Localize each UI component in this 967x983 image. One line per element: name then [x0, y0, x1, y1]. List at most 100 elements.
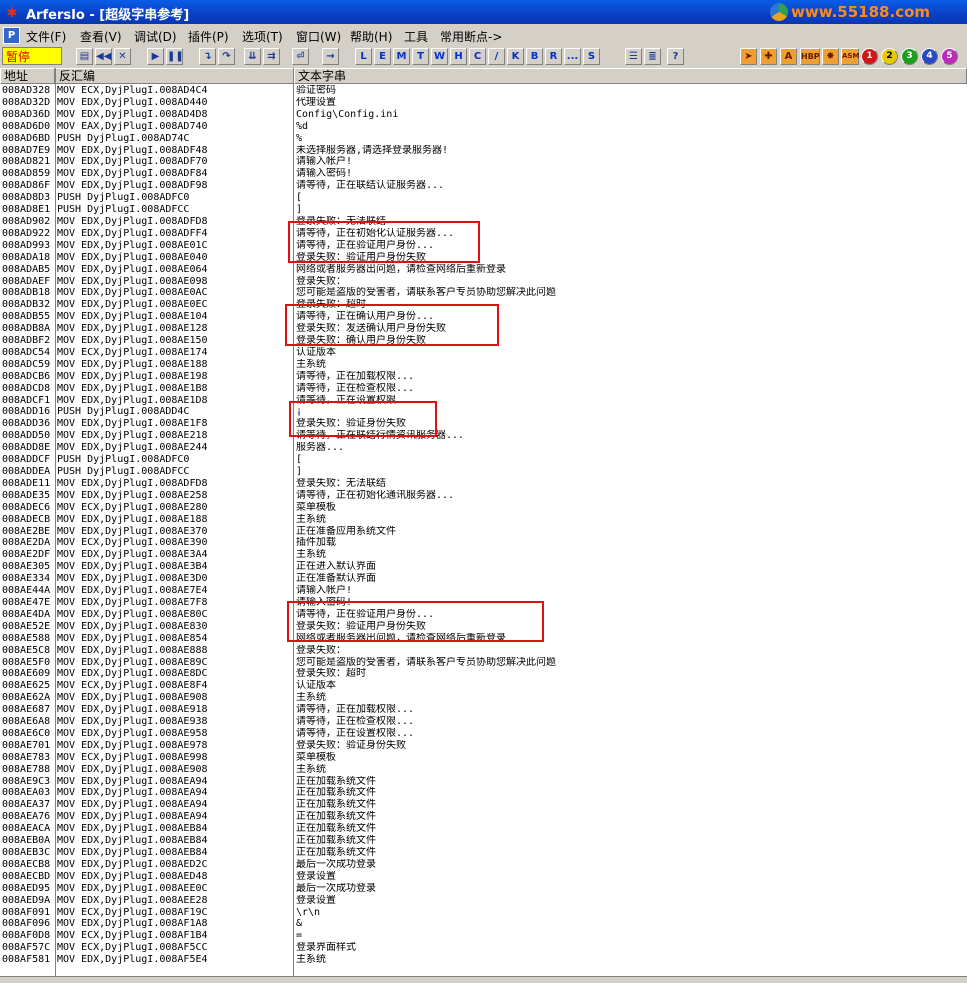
table-row[interactable]: 008ADAEF MOV EDX,DyjPlugI.008AE098 登录失败：: [0, 276, 967, 288]
table-row[interactable]: 008AD902 MOV EDX,DyjPlugI.008ADFD8 登录失败：无法…: [0, 216, 967, 228]
table-row[interactable]: 008ADEC6 MOV ECX,DyjPlugI.008AE280 菜单模板: [0, 502, 967, 514]
app-bug-icon[interactable]: ✱: [3, 3, 21, 21]
step-into-icon[interactable]: ↴: [199, 48, 216, 65]
table-row[interactable]: 008AECBD MOV EDX,DyjPlugI.008AED48 登录设置: [0, 871, 967, 883]
table-row[interactable]: 008AD86F MOV EDX,DyjPlugI.008ADF98 请等待，正在联…: [0, 180, 967, 192]
table-row[interactable]: 008AF091 MOV ECX,DyjPlugI.008AF19C \r\n: [0, 907, 967, 919]
table-row[interactable]: 008AE5C8 MOV EDX,DyjPlugI.008AE888 登录失败：: [0, 645, 967, 657]
menu-help[interactable]: 帮助(H): [350, 28, 392, 45]
table-row[interactable]: 008AE5F0 MOV EDX,DyjPlugI.008AE89C 您可能是盗版的…: [0, 657, 967, 669]
table-row[interactable]: 008AF0D8 MOV ECX,DyjPlugI.008AF1B4 =: [0, 930, 967, 942]
slot-4-button[interactable]: 4: [921, 48, 938, 65]
table-row[interactable]: 008ADCD8 MOV EDX,DyjPlugI.008AE1B8 请等待，正在检…: [0, 383, 967, 395]
step-over-icon[interactable]: ↷: [218, 48, 235, 65]
table-row[interactable]: 008ADDCF PUSH DyjPlugI.008ADFC0 [: [0, 454, 967, 466]
table-row[interactable]: 008AE2DF MOV EDX,DyjPlugI.008AE3A4 主系统: [0, 549, 967, 561]
table-row[interactable]: 008AD7E9 MOV EDX,DyjPlugI.008ADF48 未选择服务器,…: [0, 145, 967, 157]
table-row[interactable]: 008AF096 MOV EDX,DyjPlugI.008AF1A8 &: [0, 918, 967, 930]
table-row[interactable]: 008ADE35 MOV EDX,DyjPlugI.008AE258 请等待，正在初…: [0, 490, 967, 502]
window-e-button[interactable]: E: [374, 48, 391, 65]
table-row[interactable]: 008AD6D0 MOV EAX,DyjPlugI.008AD740 %d: [0, 121, 967, 133]
window-t-button[interactable]: T: [412, 48, 429, 65]
window-l-button[interactable]: L: [355, 48, 372, 65]
table-row[interactable]: 008AD36D MOV EDX,DyjPlugI.008AD4D8 Config\…: [0, 109, 967, 121]
table-row[interactable]: 008AF581 MOV EDX,DyjPlugI.008AF5E4 主系统: [0, 954, 967, 966]
table-row[interactable]: 008ADDEA PUSH DyjPlugI.008ADFCC]: [0, 466, 967, 478]
menu-breakpoints[interactable]: 常用断点->: [440, 28, 502, 45]
window-dots-button[interactable]: ...: [564, 48, 581, 65]
table-row[interactable]: 008ADD36 MOV EDX,DyjPlugI.008AE1F8 登录失败：验证…: [0, 418, 967, 430]
table-row[interactable]: 008AED9A MOV EDX,DyjPlugI.008AEE28 登录设置: [0, 895, 967, 907]
pause-icon[interactable]: ❚❚: [166, 48, 184, 65]
table-row[interactable]: 008AE625 MOV ECX,DyjPlugI.008AE8F4 认证版本: [0, 680, 967, 692]
options-icon[interactable]: ≣: [644, 48, 661, 65]
table-row[interactable]: 008AEB0A MOV EDX,DyjPlugI.008AEB84 正在加载系统文…: [0, 835, 967, 847]
table-row[interactable]: 008ADC59 MOV EDX,DyjPlugI.008AE188 主系统: [0, 359, 967, 371]
table-row[interactable]: 008AEB3C MOV EDX,DyjPlugI.008AEB84 正在加载系统文…: [0, 847, 967, 859]
table-row[interactable]: 008ADD16 PUSH DyjPlugI.008ADD4C ¡: [0, 406, 967, 418]
window-r-button[interactable]: R: [545, 48, 562, 65]
slot-2-button[interactable]: 2: [881, 48, 898, 65]
close-icon[interactable]: ✕: [114, 48, 131, 65]
table-row[interactable]: 008AE609 MOV EDX,DyjPlugI.008AE8DC 登录失败：超时: [0, 668, 967, 680]
goto-icon[interactable]: →: [322, 48, 339, 65]
window-slash-button[interactable]: /: [488, 48, 505, 65]
header-disasm[interactable]: 反汇编: [55, 68, 294, 84]
table-row[interactable]: 008AEACA MOV EDX,DyjPlugI.008AEB84 正在加载系统文…: [0, 823, 967, 835]
plugin-1-icon[interactable]: ➤: [740, 48, 757, 65]
table-row[interactable]: 008AD32D MOV EDX,DyjPlugI.008AD440 代理设置: [0, 97, 967, 109]
table-row[interactable]: 008AD821 MOV EDX,DyjPlugI.008ADF70 请输入帐户!: [0, 156, 967, 168]
table-row[interactable]: 008AEA03 MOV EDX,DyjPlugI.008AEA94 正在加载系统文…: [0, 787, 967, 799]
menu-file[interactable]: 文件(F): [26, 28, 66, 45]
table-row[interactable]: 008ADD50 MOV EDX,DyjPlugI.008AE218 请等待，正在联…: [0, 430, 967, 442]
table-row[interactable]: 008AE2DA MOV ECX,DyjPlugI.008AE390 插件加载: [0, 537, 967, 549]
open-icon[interactable]: ▤: [76, 48, 93, 65]
header-text[interactable]: 文本字串: [294, 68, 967, 84]
help-icon[interactable]: ?: [667, 48, 684, 65]
table-row[interactable]: 008AE6C0 MOV EDX,DyjPlugI.008AE958 请等待，正在设…: [0, 728, 967, 740]
slot-3-button[interactable]: 3: [901, 48, 918, 65]
window-h-button[interactable]: H: [450, 48, 467, 65]
table-row[interactable]: 008AD6BD PUSH DyjPlugI.008AD74C%: [0, 133, 967, 145]
table-row[interactable]: 008ADB18 MOV EDX,DyjPlugI.008AE0AC 您可能是盗版的…: [0, 287, 967, 299]
slot-1-button[interactable]: 1: [861, 48, 878, 65]
window-w-button[interactable]: W: [431, 48, 448, 65]
slot-5-button[interactable]: 5: [941, 48, 958, 65]
menu-window[interactable]: 窗口(W): [296, 28, 341, 45]
trace-over-icon[interactable]: ⇉: [263, 48, 280, 65]
table-row[interactable]: 008AF57C MOV ECX,DyjPlugI.008AF5CC 登录界面样式: [0, 942, 967, 954]
table-row[interactable]: 008AE687 MOV EDX,DyjPlugI.008AE918 请等待，正在加…: [0, 704, 967, 716]
table-row[interactable]: 008ADAB5 MOV EDX,DyjPlugI.008AE064 网络或者服务器…: [0, 264, 967, 276]
menu-tools[interactable]: 工具: [404, 28, 428, 45]
table-row[interactable]: 008AD328 MOV ECX,DyjPlugI.008AD4C4 验证密码: [0, 85, 967, 97]
menu-view[interactable]: 查看(V): [80, 28, 122, 45]
trace-into-icon[interactable]: ⇊: [244, 48, 261, 65]
window-s-button[interactable]: S: [583, 48, 600, 65]
table-row[interactable]: 008AE62A MOV EDX,DyjPlugI.008AE908 主系统: [0, 692, 967, 704]
table-row[interactable]: 008ADCF1 MOV EDX,DyjPlugI.008AE1D8 请等待，正在设…: [0, 395, 967, 407]
table-row[interactable]: 008AD859 MOV EDX,DyjPlugI.008ADF84 请输入密码!: [0, 168, 967, 180]
system-menu-icon[interactable]: P: [3, 27, 20, 44]
table-row[interactable]: 008ADD8E MOV EDX,DyjPlugI.008AE244 服务器...: [0, 442, 967, 454]
table-row[interactable]: 008AE9C3 MOV EDX,DyjPlugI.008AEA94 正在加载系统文…: [0, 776, 967, 788]
table-row[interactable]: 008AED95 MOV EDX,DyjPlugI.008AEE0C 最后一次成功登…: [0, 883, 967, 895]
hbp-button[interactable]: HBP: [800, 48, 820, 65]
table-row[interactable]: 008AE305 MOV EDX,DyjPlugI.008AE3B4 正在进入默认界…: [0, 561, 967, 573]
table-row[interactable]: 008ADE11 MOV EDX,DyjPlugI.008ADFD8 登录失败：无法…: [0, 478, 967, 490]
plugin-3-icon[interactable]: A: [780, 48, 797, 65]
execute-till-return-icon[interactable]: ⏎: [292, 48, 309, 65]
menu-debug[interactable]: 调试(D): [134, 28, 177, 45]
table-row[interactable]: 008ADC54 MOV ECX,DyjPlugI.008AE174 认证版本: [0, 347, 967, 359]
table-row[interactable]: 008AE788 MOV EDX,DyjPlugI.008AE908 主系统: [0, 764, 967, 776]
table-row[interactable]: 008AE44A MOV EDX,DyjPlugI.008AE7E4 请输入帐户!: [0, 585, 967, 597]
table-row[interactable]: 008AD8E1 PUSH DyjPlugI.008ADFCC]: [0, 204, 967, 216]
table-row[interactable]: 008AD922 MOV EDX,DyjPlugI.008ADFF4 请等待，正在初…: [0, 228, 967, 240]
window-k-button[interactable]: K: [507, 48, 524, 65]
table-row[interactable]: 008AD8D3 PUSH DyjPlugI.008ADFC0 [: [0, 192, 967, 204]
table-row[interactable]: 008AE334 MOV EDX,DyjPlugI.008AE3D0 正在准备默认界…: [0, 573, 967, 585]
table-row[interactable]: 008AEA37 MOV EDX,DyjPlugI.008AEA94 正在加载系统文…: [0, 799, 967, 811]
run-icon[interactable]: ▶: [147, 48, 164, 65]
header-address[interactable]: 地址: [0, 68, 55, 84]
table-row[interactable]: 008ADCB6 MOV EDX,DyjPlugI.008AE198 请等待，正在加…: [0, 371, 967, 383]
table-row[interactable]: 008ADECB MOV EDX,DyjPlugI.008AE188 主系统: [0, 514, 967, 526]
